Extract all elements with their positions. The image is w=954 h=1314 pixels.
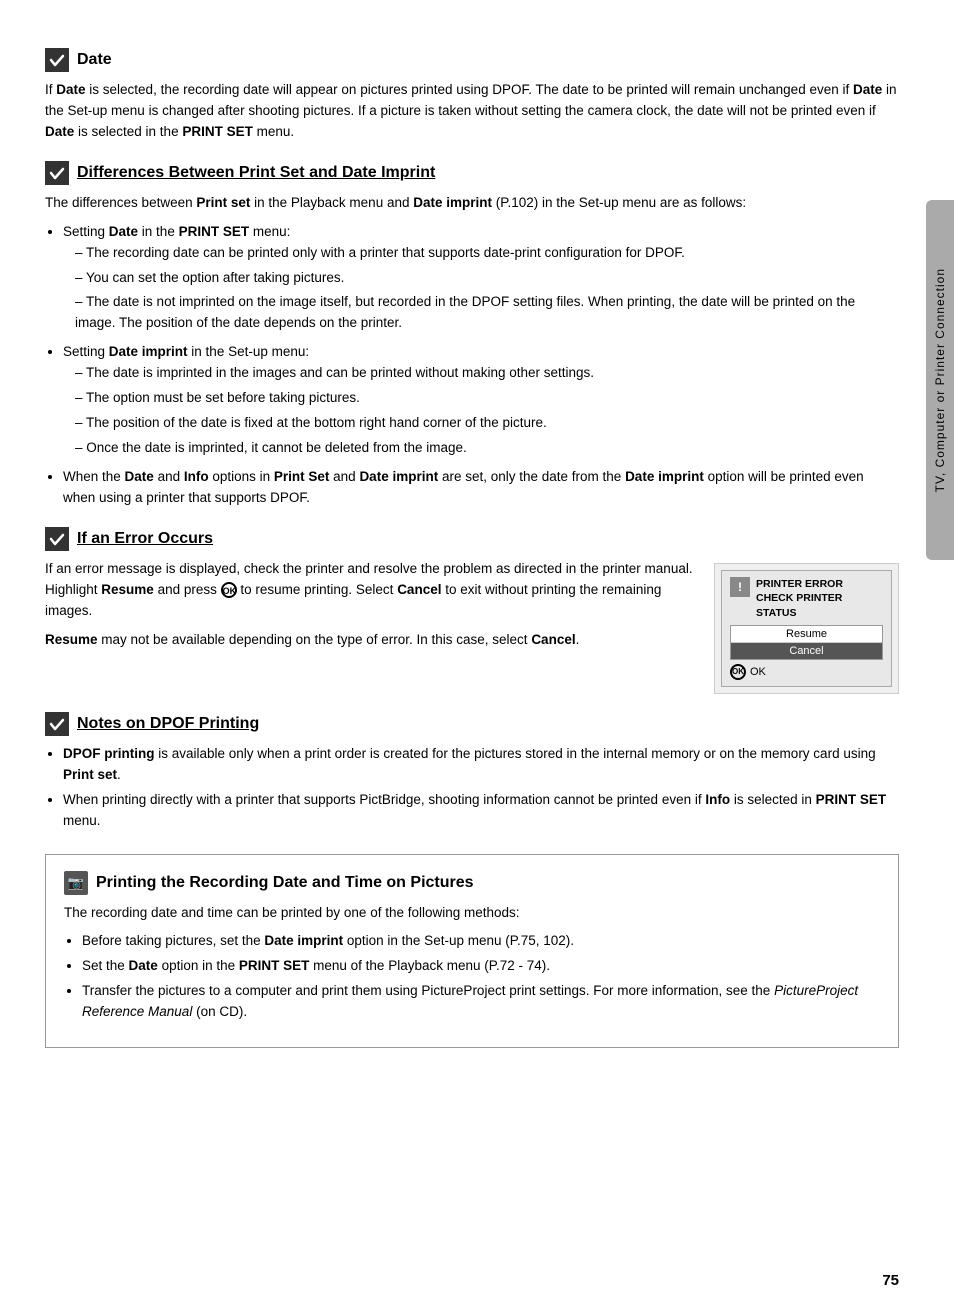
dpof-section-title: Notes on DPOF Printing [77,715,259,733]
list-item: The date is imprinted in the images and … [75,363,899,384]
list-item: Once the date is imprinted, it cannot be… [75,438,899,459]
warning-icon: ! [730,577,750,597]
list-item: You can set the option after taking pict… [75,268,899,289]
list-item: The position of the date is fixed at the… [75,413,899,434]
page-number: 75 [882,1272,899,1289]
ok-row: OK OK [730,664,883,680]
error-content: If an error message is displayed, check … [45,559,899,694]
printer-error-text: PRINTER ERROR CHECK PRINTER STATUS [756,577,843,621]
printing-box-icon: 📷 [64,871,88,895]
ok-circle-icon: OK [730,664,746,680]
differences-check-icon [45,161,69,185]
error-text-block: If an error message is displayed, check … [45,559,694,659]
dpof-list: DPOF printing is available only when a p… [63,744,899,832]
list-item: Setting Date in the PRINT SET menu: The … [63,222,899,335]
page: TV, Computer or Printer Connection Date … [0,0,954,1314]
date-body: If Date is selected, the recording date … [45,80,899,143]
error-body2: Resume may not be available depending on… [45,630,694,651]
printer-error-buttons: Resume Cancel [730,625,883,660]
list-item: When printing directly with a printer th… [63,790,899,832]
printing-box-list: Before taking pictures, set the Date imp… [82,931,880,1023]
error-body1: If an error message is displayed, check … [45,559,694,622]
error-section-title: If an Error Occurs [77,530,213,548]
printing-box-header: 📷 Printing the Recording Date and Time o… [64,871,880,895]
resume-button[interactable]: Resume [731,626,882,643]
list-item: The recording date can be printed only w… [75,243,899,264]
differences-section-header: Differences Between Print Set and Date I… [45,161,899,185]
printing-box-intro: The recording date and time can be print… [64,903,880,924]
list-item: Set the Date option in the PRINT SET men… [82,956,880,977]
sidebar-tab-label: TV, Computer or Printer Connection [933,268,947,492]
list-item: When the Date and Info options in Print … [63,467,899,509]
printing-box: 📷 Printing the Recording Date and Time o… [45,854,899,1049]
differences-list: Setting Date in the PRINT SET menu: The … [63,222,899,509]
ok-label: OK [750,666,766,678]
date-section-header: Date [45,48,899,72]
sidebar-tab: TV, Computer or Printer Connection [926,200,954,560]
dpof-section-header: Notes on DPOF Printing [45,712,899,736]
error-check-icon [45,527,69,551]
differences-intro: The differences between Print set in the… [45,193,899,214]
cancel-button[interactable]: Cancel [731,643,882,659]
list-item: Transfer the pictures to a computer and … [82,981,880,1023]
list-item: Before taking pictures, set the Date imp… [82,931,880,952]
list-item: DPOF printing is available only when a p… [63,744,899,786]
differences-section-title: Differences Between Print Set and Date I… [77,164,435,182]
printing-box-title: Printing the Recording Date and Time on … [96,874,474,892]
error-section-header: If an Error Occurs [45,527,899,551]
list-item: The date is not imprinted on the image i… [75,292,899,334]
date-check-icon [45,48,69,72]
date-section-title: Date [77,51,112,69]
dpof-check-icon [45,712,69,736]
list-item: Setting Date imprint in the Set-up menu:… [63,342,899,459]
list-item: The option must be set before taking pic… [75,388,899,409]
printer-error-dialog: ! PRINTER ERROR CHECK PRINTER STATUS Res… [714,563,899,694]
